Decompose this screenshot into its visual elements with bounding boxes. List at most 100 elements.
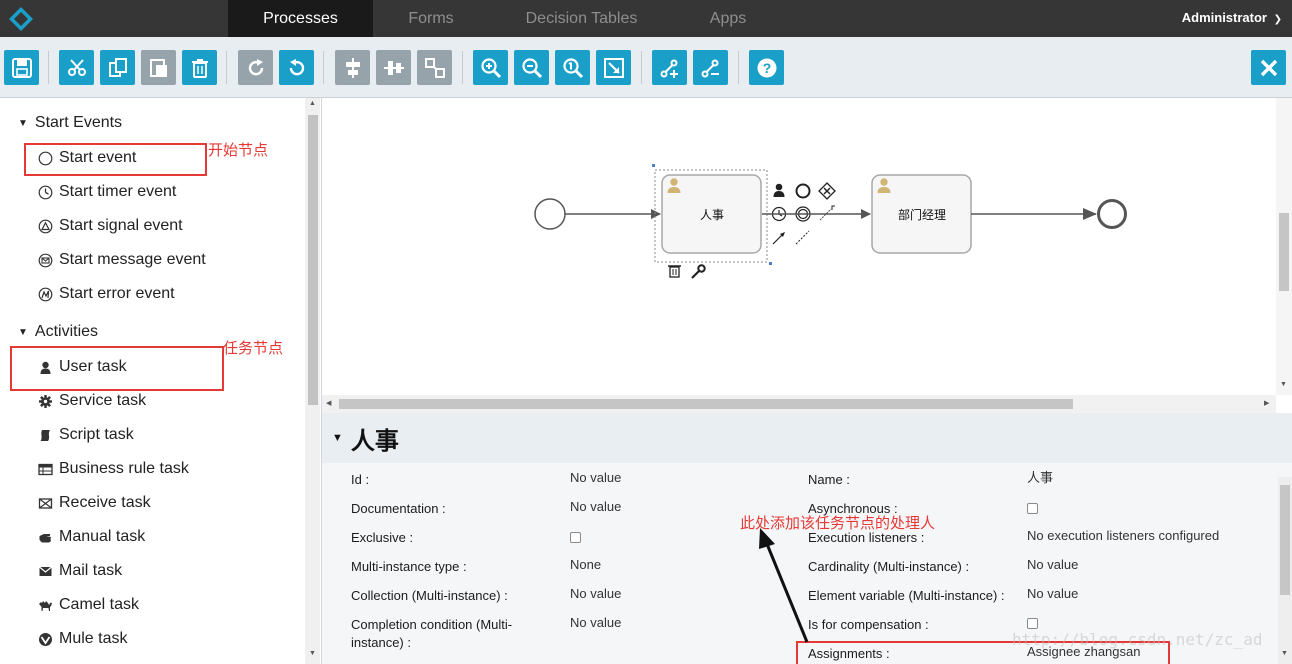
- tab-forms[interactable]: Forms: [388, 0, 474, 37]
- copy-button[interactable]: [100, 50, 135, 85]
- chevron-down-icon[interactable]: ▼: [332, 432, 343, 444]
- remove-bendpoint-button[interactable]: [693, 50, 728, 85]
- palette-item-camel-task[interactable]: Camel task: [38, 594, 139, 616]
- property-value-completion-condition[interactable]: No value: [570, 614, 621, 632]
- canvas-vertical-scroll-thumb[interactable]: [1279, 213, 1289, 291]
- gateway-icon[interactable]: [818, 182, 836, 200]
- canvas-horizontal-scroll-thumb[interactable]: [339, 399, 1073, 409]
- zoom-in-icon: [480, 57, 501, 78]
- end-event-shape[interactable]: [1097, 199, 1127, 229]
- text-annotation-icon[interactable]: [819, 205, 835, 221]
- paste-button[interactable]: [141, 50, 176, 85]
- tab-processes[interactable]: Processes: [228, 0, 373, 37]
- selection-handle[interactable]: [652, 164, 655, 167]
- watermark: http://blog.csdn.net/zc_ad: [1012, 630, 1263, 649]
- scroll-down-arrow-icon[interactable]: ▼: [1281, 650, 1288, 657]
- canvas-vertical-scrollbar[interactable]: ▼: [1276, 98, 1292, 395]
- compensation-checkbox[interactable]: [1027, 618, 1038, 629]
- error-icon: [38, 287, 53, 301]
- zoom-actual-button[interactable]: [555, 50, 590, 85]
- palette-scrollbar[interactable]: ▲ ▼: [305, 98, 320, 664]
- palette-item-mule-task[interactable]: Mule task: [38, 628, 127, 650]
- chevron-down-icon: ▼: [18, 326, 28, 338]
- property-value-id[interactable]: No value: [570, 469, 621, 487]
- zoom-out-button[interactable]: [514, 50, 549, 85]
- property-label-collection: Collection (Multi-instance) :: [351, 588, 508, 603]
- property-value-name[interactable]: 人事: [1027, 469, 1053, 487]
- palette-item-label: Start message event: [59, 251, 206, 268]
- add-bendpoint-button[interactable]: [652, 50, 687, 85]
- palette-item-mail-task[interactable]: Mail task: [38, 560, 122, 582]
- align-horizontal-button[interactable]: [376, 50, 411, 85]
- paste-icon: [149, 58, 167, 77]
- palette-group-start-events[interactable]: ▼ Start Events: [18, 114, 122, 132]
- start-event-shape[interactable]: [534, 198, 566, 230]
- user-icon[interactable]: [773, 183, 785, 197]
- redo-button[interactable]: [238, 50, 273, 85]
- help-icon: ?: [757, 58, 776, 77]
- property-value-cardinality[interactable]: No value: [1027, 556, 1078, 574]
- start-event-highlight-box: [24, 143, 207, 176]
- user-menu[interactable]: Administrator ❯: [1182, 0, 1282, 37]
- connection-arrow-icon[interactable]: [772, 232, 785, 245]
- palette-item-start-signal-event[interactable]: Start signal event: [38, 215, 183, 237]
- toolbar-separator: [48, 51, 49, 84]
- zoom-in-button[interactable]: [473, 50, 508, 85]
- property-value-documentation[interactable]: No value: [570, 498, 621, 516]
- close-editor-button[interactable]: [1251, 50, 1286, 85]
- palette-scroll-thumb[interactable]: [308, 115, 318, 405]
- scroll-down-arrow-icon[interactable]: ▼: [309, 650, 316, 657]
- undo-button[interactable]: [279, 50, 314, 85]
- property-value-execution-listeners[interactable]: No execution listeners configured: [1027, 527, 1219, 545]
- trash-icon[interactable]: [668, 265, 681, 278]
- bendpoint-add-icon: [660, 59, 678, 78]
- palette-item-start-timer-event[interactable]: Start timer event: [38, 181, 176, 203]
- annotation-arrow-icon: [759, 528, 809, 643]
- selection-handle[interactable]: [769, 262, 772, 265]
- association-icon[interactable]: [795, 230, 810, 245]
- scroll-up-arrow-icon[interactable]: ▲: [309, 100, 316, 107]
- palette-group-activities[interactable]: ▼ Activities: [18, 323, 98, 341]
- scroll-left-arrow-icon[interactable]: ◀: [326, 399, 331, 407]
- diagram-canvas[interactable]: 人事 部门经理: [322, 98, 1292, 413]
- cut-button[interactable]: [59, 50, 94, 85]
- user-name: Administrator: [1181, 10, 1267, 25]
- palette-item-receive-task[interactable]: Receive task: [38, 492, 151, 514]
- scroll-right-arrow-icon[interactable]: ▶: [1264, 399, 1269, 407]
- wrench-icon[interactable]: [691, 264, 706, 279]
- save-button[interactable]: [4, 50, 39, 85]
- palette-item-service-task[interactable]: Service task: [38, 390, 146, 412]
- property-value-element-variable[interactable]: No value: [1027, 585, 1078, 603]
- palette-item-label: Mule task: [59, 630, 128, 647]
- mail-icon: [39, 566, 52, 576]
- exclusive-checkbox[interactable]: [570, 532, 581, 543]
- palette-item-start-error-event[interactable]: Start error event: [38, 283, 175, 305]
- align-vertical-button[interactable]: [335, 50, 370, 85]
- canvas-horizontal-scrollbar[interactable]: ◀ ▶: [322, 395, 1276, 413]
- palette-item-script-task[interactable]: Script task: [38, 424, 134, 446]
- user-task-shape[interactable]: 人事: [661, 174, 762, 254]
- property-value-collection[interactable]: No value: [570, 585, 621, 603]
- end-event-icon[interactable]: [795, 183, 811, 199]
- user-task-shape[interactable]: 部门经理: [871, 174, 972, 254]
- zoom-fit-button[interactable]: [596, 50, 631, 85]
- asynchronous-checkbox[interactable]: [1027, 503, 1038, 514]
- tab-apps[interactable]: Apps: [696, 0, 760, 37]
- tab-decision-tables[interactable]: Decision Tables: [508, 0, 655, 37]
- help-button[interactable]: ?: [749, 50, 784, 85]
- message-icon: [38, 253, 53, 267]
- logo-icon[interactable]: [8, 6, 34, 32]
- palette-item-manual-task[interactable]: Manual task: [38, 526, 145, 548]
- bendpoint-remove-icon: [701, 59, 719, 77]
- delete-button[interactable]: [182, 50, 217, 85]
- palette-item-start-message-event[interactable]: Start message event: [38, 249, 206, 271]
- delete-icon: [191, 58, 208, 78]
- chevron-down-icon: ❯: [1273, 14, 1282, 25]
- properties-scroll-thumb[interactable]: [1280, 485, 1290, 595]
- properties-header[interactable]: ▼ 人事: [322, 413, 1292, 463]
- scroll-down-arrow-icon[interactable]: ▼: [1280, 381, 1287, 388]
- palette-item-business-rule-task[interactable]: Business rule task: [38, 458, 189, 480]
- same-size-button[interactable]: [417, 50, 452, 85]
- property-value-multi-instance-type[interactable]: None: [570, 556, 601, 574]
- properties-scrollbar[interactable]: ▼: [1278, 477, 1292, 664]
